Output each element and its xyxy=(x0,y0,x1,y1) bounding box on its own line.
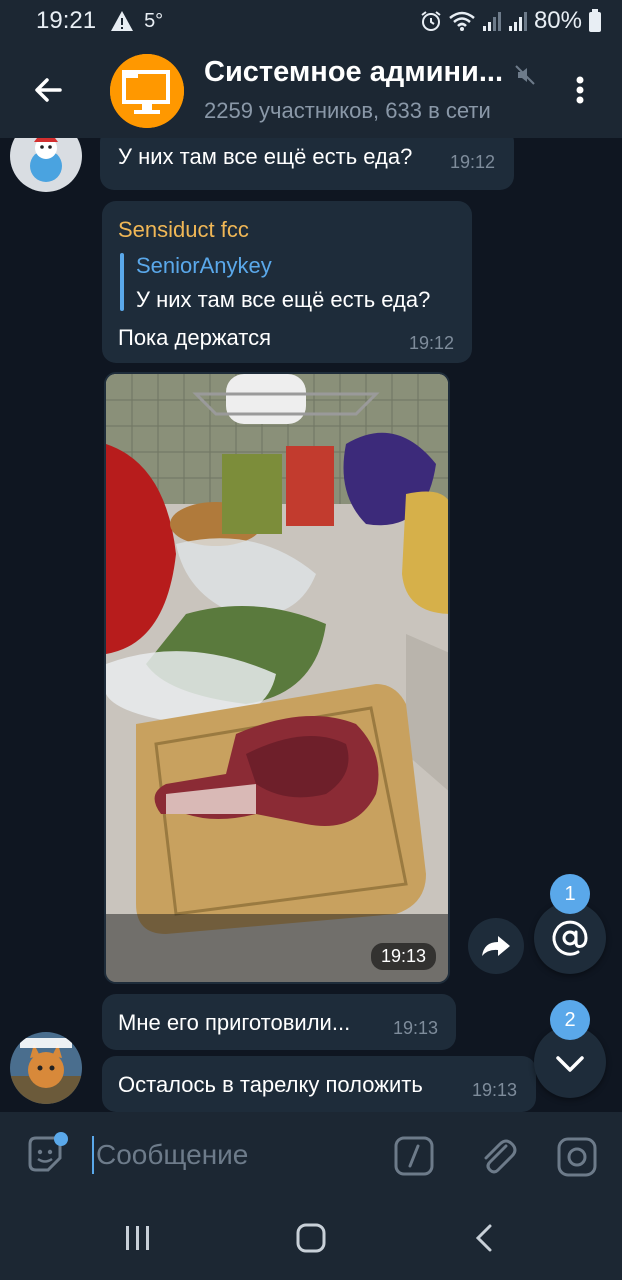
message-bubble[interactable]: Осталось в тарелку положить 19:13 xyxy=(102,1056,536,1112)
system-nav-bar xyxy=(0,1198,622,1280)
reply-text: У них там все ещё есть еда? xyxy=(136,287,431,312)
reply-sender-name[interactable]: SeniorAnykey xyxy=(136,253,272,279)
message-bubble[interactable]: Мне его приготовили... 19:13 xyxy=(102,994,456,1050)
bot-commands-button[interactable] xyxy=(394,1136,434,1181)
message-bubble[interactable]: У них там все ещё есть еда? 19:12 xyxy=(100,138,514,190)
slash-command-icon xyxy=(394,1136,434,1176)
cat-avatar-icon xyxy=(10,1032,82,1104)
alarm-icon xyxy=(420,10,442,32)
unread-count-badge: 2 xyxy=(550,1000,590,1040)
home-button[interactable] xyxy=(296,1222,326,1259)
camera-icon xyxy=(557,1137,597,1177)
recent-apps-button[interactable] xyxy=(124,1222,152,1259)
share-icon xyxy=(482,936,510,956)
battery-icon xyxy=(588,9,602,33)
home-icon xyxy=(296,1223,326,1253)
signal-icon xyxy=(482,10,502,32)
message-text: Мне его приготовили... xyxy=(118,1010,351,1035)
message-text: У них там все ещё есть еда? xyxy=(118,144,413,169)
more-vertical-icon xyxy=(576,76,584,104)
paperclip-icon xyxy=(484,1139,517,1174)
chevron-left-icon xyxy=(475,1224,492,1252)
attach-button[interactable] xyxy=(476,1134,518,1181)
message-list[interactable]: У них там все ещё есть еда? 19:12 Sensid… xyxy=(0,138,622,1112)
mentions-count-badge: 1 xyxy=(550,874,590,914)
sender-avatar[interactable] xyxy=(10,1032,82,1104)
message-bubble[interactable]: Sensiduct fcc SeniorAnykey У них там все… xyxy=(102,201,472,363)
photo-message[interactable]: 19:13 xyxy=(104,372,450,984)
warning-icon xyxy=(110,10,134,32)
status-bar: 19:21 5° 80% xyxy=(0,0,622,42)
message-time: 19:13 xyxy=(472,1080,518,1100)
chat-subtitle: 2259 участников, 633 в сети xyxy=(204,98,491,123)
status-battery: 80% xyxy=(533,7,582,34)
camera-button[interactable] xyxy=(556,1136,598,1183)
system-back-button[interactable] xyxy=(472,1222,496,1259)
sender-name[interactable]: Sensiduct fcc xyxy=(118,217,249,243)
reply-bar xyxy=(120,253,124,311)
message-text: Осталось в тарелку положить xyxy=(118,1072,423,1097)
photo-image xyxy=(106,374,448,982)
message-input[interactable]: Сообщение xyxy=(92,1136,248,1174)
more-menu-button[interactable] xyxy=(566,70,594,110)
monitor-icon xyxy=(110,54,184,128)
chat-header: Системное админи... 2259 участников, 633… xyxy=(0,42,622,138)
arrow-left-icon xyxy=(35,78,62,102)
new-stickers-dot xyxy=(54,1132,68,1146)
message-time: 19:12 xyxy=(409,333,455,353)
chat-title[interactable]: Системное админи... xyxy=(204,56,514,89)
recent-apps-icon xyxy=(126,1226,149,1250)
photo-time: 19:13 xyxy=(370,943,436,970)
chat-avatar[interactable] xyxy=(110,54,184,128)
message-time: 19:13 xyxy=(393,1018,439,1038)
wifi-icon xyxy=(448,10,476,32)
status-time: 19:21 xyxy=(36,7,97,34)
message-text: Пока держатся xyxy=(118,325,272,350)
share-button[interactable] xyxy=(468,918,524,974)
back-button[interactable] xyxy=(28,70,68,110)
status-temperature: 5° xyxy=(144,9,164,32)
signal-icon xyxy=(508,10,528,32)
muted-icon xyxy=(514,64,536,91)
message-time: 19:12 xyxy=(450,152,496,172)
snowman-avatar-icon xyxy=(10,138,82,192)
message-composer: Сообщение xyxy=(0,1112,622,1198)
sender-avatar[interactable] xyxy=(10,138,82,192)
